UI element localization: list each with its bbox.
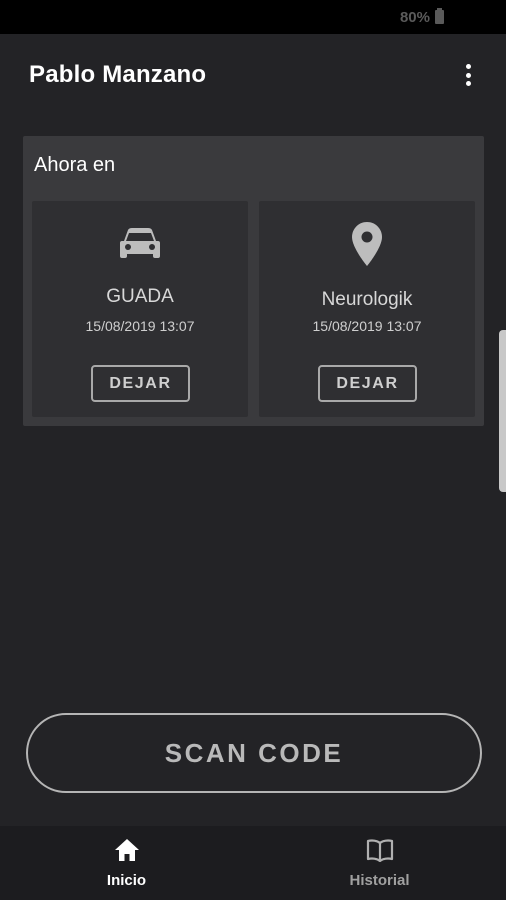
page-title: Pablo Manzano xyxy=(29,61,207,88)
location-pin-icon xyxy=(259,221,475,267)
leave-button[interactable]: DEJAR xyxy=(91,365,190,402)
scan-code-button[interactable]: SCAN CODE xyxy=(26,713,482,793)
place-time: 15/08/2019 13:07 xyxy=(312,318,422,334)
battery-level: 80% xyxy=(399,8,430,26)
status-bar: 80% xyxy=(0,0,506,34)
current-location-card: Ahora en GUADA 15/08/2019 13:07 DEJAR Ne… xyxy=(23,136,484,426)
scrollbar[interactable] xyxy=(499,330,506,492)
app-bar: Pablo Manzano xyxy=(0,34,506,116)
nav-label: Historial xyxy=(349,872,410,889)
more-vert-icon[interactable] xyxy=(460,62,476,88)
nav-label: Inicio xyxy=(106,872,147,889)
place-name: Neurologik xyxy=(321,289,413,310)
bottom-navigation: Inicio Historial xyxy=(0,826,506,900)
nav-item-inicio[interactable]: Inicio xyxy=(0,826,253,900)
car-icon xyxy=(32,226,248,262)
book-icon xyxy=(366,838,394,867)
nav-item-historial[interactable]: Historial xyxy=(253,826,506,900)
place-name: GUADA xyxy=(106,286,174,307)
place-card-location: Neurologik 15/08/2019 13:07 DEJAR xyxy=(259,201,475,417)
place-card-car: GUADA 15/08/2019 13:07 DEJAR xyxy=(32,201,248,417)
battery-icon xyxy=(435,8,444,24)
leave-button[interactable]: DEJAR xyxy=(318,365,417,402)
home-icon xyxy=(114,838,140,867)
section-title: Ahora en xyxy=(34,154,116,176)
place-time: 15/08/2019 13:07 xyxy=(85,318,195,334)
